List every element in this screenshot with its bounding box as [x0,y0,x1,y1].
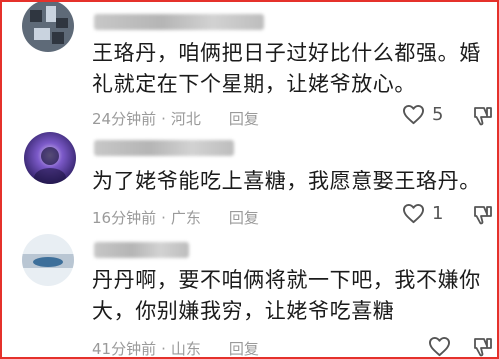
comment-time: 41分钟前 [92,340,157,358]
like-button[interactable]: 5 [402,104,443,125]
like-button[interactable]: 1 [402,203,443,224]
separator-dot: · [161,109,166,128]
comment-location: 河北 [170,110,201,128]
avatar-pixel-block [30,10,42,22]
comment-meta: 24分钟前 · 河北 回复 [92,108,259,129]
dislike-button[interactable] [472,204,494,230]
like-count: 1 [432,203,444,224]
avatar-pixel-block [34,28,50,40]
avatar[interactable] [24,132,76,184]
separator-dot: · [161,208,166,227]
separator-dot: · [161,339,166,358]
heart-icon [403,203,424,224]
reply-button[interactable]: 回复 [229,207,259,228]
comment-location: 广东 [170,209,201,227]
username[interactable] [94,14,264,30]
comment-time: 16分钟前 [92,209,157,227]
avatar[interactable] [22,2,74,52]
heart-icon [429,336,450,357]
like-count: 5 [432,104,444,125]
comment-text: 为了姥爷能吃上喜糖，我愿意娶王珞丹。 [92,169,481,193]
avatar-pixel-block [46,6,56,22]
comment-text: 王珞丹，咱俩把日子过好比什么都强。婚 礼就定在下个星期，让姥爷放心。 [92,41,481,96]
avatar-pixel-block [52,32,64,44]
like-button[interactable] [428,336,458,357]
username[interactable] [94,140,234,156]
comment-text: 丹丹啊，要不咱俩将就一下吧，我不嫌你 大，你别嫌我穷，让姥爷吃喜糖 [92,268,481,323]
comment-meta: 16分钟前 · 广东 回复 [92,207,259,228]
reply-button[interactable]: 回复 [229,338,259,357]
comment-location: 山东 [170,340,201,358]
avatar-pixel-block [56,18,68,28]
comment-meta: 41分钟前 · 山东 回复 [92,338,259,358]
thumbs-down-icon [474,338,492,357]
comments-panel: 王珞丹，咱俩把日子过好比什么都强。婚 礼就定在下个星期，让姥爷放心。 24分钟前… [0,0,499,359]
thumbs-down-icon [474,206,492,225]
username[interactable] [94,242,189,258]
thumbs-down-icon [474,107,492,126]
reply-button[interactable]: 回复 [229,108,259,129]
avatar[interactable] [22,234,74,286]
avatar-figure [41,147,59,165]
comment-time: 24分钟前 [92,110,157,128]
dislike-button[interactable] [472,336,494,357]
heart-icon [403,104,424,125]
dislike-button[interactable] [472,105,494,131]
avatar-figure [33,257,63,267]
